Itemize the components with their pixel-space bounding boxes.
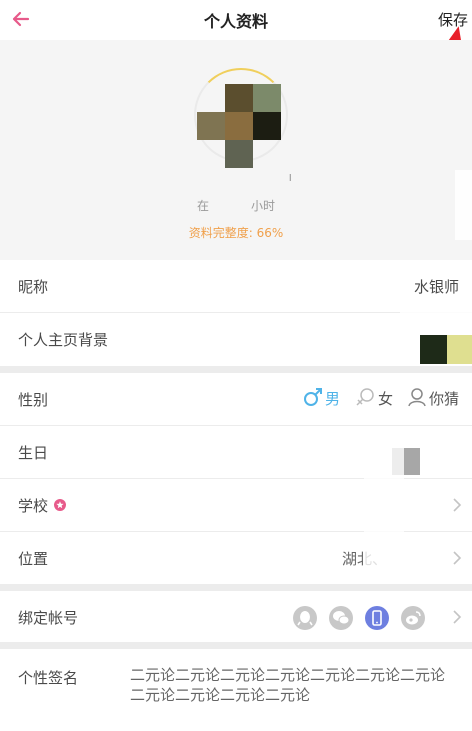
- school-badge-icon: [54, 499, 66, 511]
- chevron-right-icon: [453, 610, 462, 624]
- background-thumb-left: [420, 335, 447, 364]
- bind-accounts-row[interactable]: 绑定帐号: [0, 591, 472, 643]
- online-duration: 在 小时: [197, 199, 275, 213]
- avatar[interactable]: [194, 68, 288, 168]
- qq-icon[interactable]: [293, 606, 317, 630]
- redaction-patch: [400, 300, 472, 335]
- signature-value[interactable]: 二元论二元论二元论二元论二元论二元论二元论二元论二元论二元论二元论: [130, 665, 458, 705]
- nickname-label: 昵称: [18, 278, 49, 296]
- gender-option-male[interactable]: 男: [325, 388, 340, 409]
- background-label: 个人主页背景: [18, 331, 109, 349]
- weibo-icon[interactable]: [401, 606, 425, 630]
- section-divider: [0, 643, 472, 649]
- page-title: 个人资料: [203, 12, 268, 31]
- male-icon[interactable]: [303, 387, 323, 407]
- birthday-label: 生日: [18, 444, 49, 462]
- female-icon[interactable]: [355, 387, 375, 407]
- chevron-right-icon: [453, 498, 462, 512]
- background-thumb-right: [447, 335, 472, 364]
- nickname-display: ı: [288, 170, 292, 184]
- redaction-patch: [455, 170, 472, 240]
- completion-rate: 资料完整度: 66%: [188, 226, 284, 240]
- chevron-right-icon: [453, 551, 462, 565]
- gender-option-guess[interactable]: 你猜: [429, 388, 459, 409]
- bind-label: 绑定帐号: [18, 609, 79, 627]
- school-label: 学校: [18, 497, 49, 515]
- signature-label: 个性签名: [18, 669, 79, 687]
- location-label: 位置: [18, 550, 49, 568]
- avatar-image: [196, 84, 286, 168]
- gender-row: 性别 男 女 你猜: [0, 373, 472, 426]
- gender-option-female[interactable]: 女: [378, 388, 393, 409]
- profile-edit-page: 个人资料 保存 ı 在 小时 资料完整度: 66% 昵称 水银师 个人主页背景 …: [0, 0, 472, 731]
- phone-icon[interactable]: [365, 606, 389, 630]
- wechat-icon[interactable]: [329, 606, 353, 630]
- top-bar: 个人资料 保存: [0, 0, 472, 40]
- person-question-icon[interactable]: [407, 387, 427, 407]
- nickname-value: 水银师: [414, 278, 460, 296]
- redaction-patch: [364, 430, 404, 570]
- gender-label: 性别: [18, 391, 49, 409]
- profile-summary: ı 在 小时 资料完整度: 66%: [0, 40, 472, 260]
